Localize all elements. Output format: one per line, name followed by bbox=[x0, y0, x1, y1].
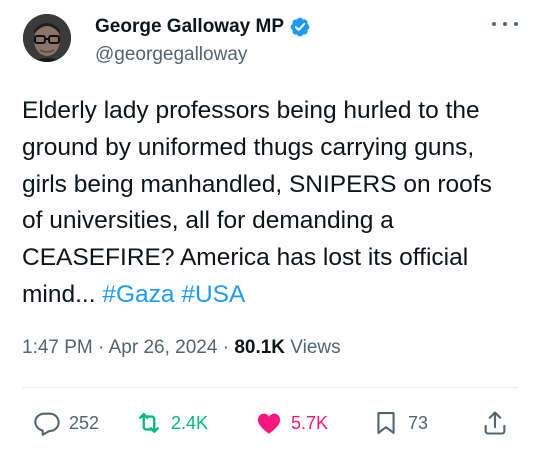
author-name[interactable]: George Galloway MP bbox=[95, 16, 284, 38]
reply-icon bbox=[33, 409, 61, 437]
reply-button[interactable]: 252 bbox=[33, 405, 99, 441]
retweet-button[interactable]: 2.4K bbox=[135, 405, 208, 441]
like-count: 5.7K bbox=[291, 412, 329, 433]
share-icon bbox=[481, 409, 509, 437]
hashtag-gaza[interactable]: #Gaza bbox=[102, 281, 174, 308]
more-dot bbox=[492, 22, 496, 26]
author-name-row: George Galloway MP bbox=[95, 16, 311, 38]
avatar[interactable] bbox=[23, 14, 71, 62]
like-button[interactable]: 5.7K bbox=[255, 405, 328, 441]
verified-badge-icon bbox=[289, 16, 311, 38]
action-bar: 252 2.4K 5.7K 73 bbox=[22, 405, 518, 441]
more-dot bbox=[514, 22, 518, 26]
tweet-date[interactable]: Apr 26, 2024 bbox=[109, 337, 218, 358]
views-count: 80.1K bbox=[234, 337, 286, 358]
retweet-icon bbox=[135, 409, 163, 437]
tweet-meta: 1:47 PM · Apr 26, 2024 · 80.1K Views bbox=[22, 337, 341, 359]
reply-count: 252 bbox=[69, 412, 100, 433]
views-label: Views bbox=[290, 337, 341, 358]
tweet-text: Elderly lady professors being hurled to … bbox=[22, 93, 522, 314]
more-dot bbox=[503, 22, 507, 26]
author-handle[interactable]: @georgegalloway bbox=[95, 44, 247, 66]
heart-icon bbox=[255, 409, 283, 437]
more-icon[interactable] bbox=[492, 14, 518, 34]
meta-separator: · bbox=[222, 337, 230, 358]
tweet-time[interactable]: 1:47 PM bbox=[22, 337, 93, 358]
bookmark-icon bbox=[372, 409, 400, 437]
hashtag-usa[interactable]: #USA bbox=[181, 281, 245, 308]
bookmark-count: 73 bbox=[408, 412, 429, 433]
divider bbox=[22, 387, 518, 388]
meta-separator: · bbox=[98, 337, 105, 358]
share-button[interactable] bbox=[481, 405, 509, 441]
retweet-count: 2.4K bbox=[171, 412, 209, 433]
tweet-body: Elderly lady professors being hurled to … bbox=[22, 97, 492, 308]
bookmark-button[interactable]: 73 bbox=[372, 405, 428, 441]
